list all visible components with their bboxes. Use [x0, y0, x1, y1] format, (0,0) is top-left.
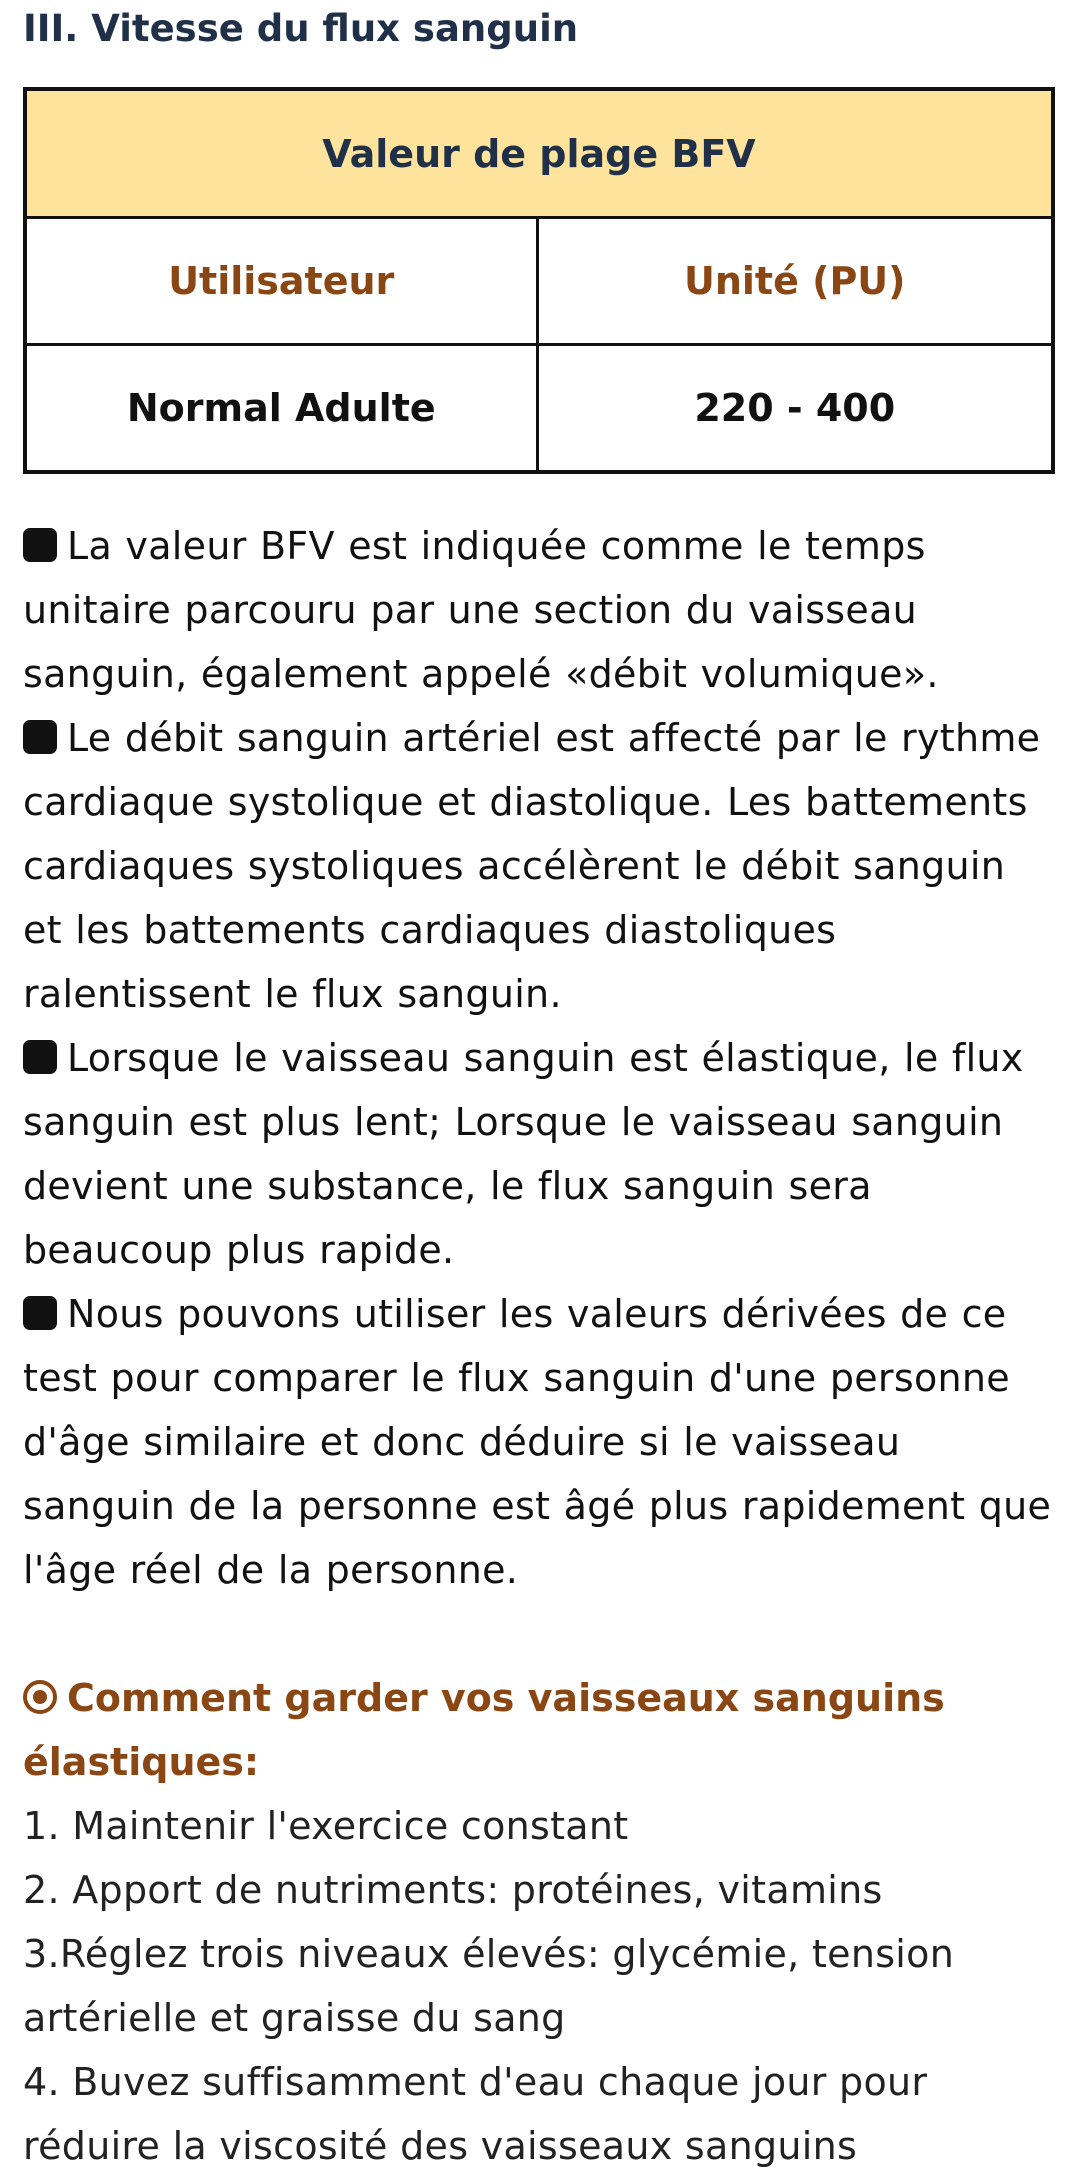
tip-item: 3.Réglez trois niveaux élevés: glycémie,…	[23, 1932, 955, 2040]
tip-item: 1. Maintenir l'exercice constant	[23, 1804, 629, 1848]
bullet-paragraph: Le débit sanguin artériel est affecté pa…	[23, 706, 1057, 1026]
bullet-paragraph: La valeur BFV est indiquée comme le temp…	[23, 514, 1057, 706]
tips-title: Comment garder vos vaisseaux sanguins él…	[23, 1666, 1057, 1794]
table-cell-user: Normal Adulte	[23, 343, 539, 474]
bullet-list: La valeur BFV est indiquée comme le temp…	[23, 514, 1057, 1602]
table-row: Normal Adulte 220 - 400	[23, 343, 1055, 474]
bullet-text: Nous pouvons utiliser les valeurs dérivé…	[23, 1292, 1052, 1592]
bullet-paragraph: Lorsque le vaisseau sanguin est élastiqu…	[23, 1026, 1057, 1282]
column-header-user: Utilisateur	[23, 216, 539, 346]
tips-title-text: Comment garder vos vaisseaux sanguins él…	[23, 1676, 945, 1784]
bfv-range-table: Valeur de plage BFV Utilisateur Unité (P…	[23, 87, 1055, 474]
target-icon	[23, 1680, 57, 1714]
section-title: III. Vitesse du flux sanguin	[23, 7, 579, 50]
black-square-icon	[23, 1040, 57, 1074]
bullet-text: Lorsque le vaisseau sanguin est élastiqu…	[23, 1036, 1024, 1272]
black-square-icon	[23, 720, 57, 754]
bullet-text: Le débit sanguin artériel est affecté pa…	[23, 716, 1041, 1016]
tip-item: 2. Apport de nutriments: protéines, vita…	[23, 1868, 883, 1912]
tips-section: Comment garder vos vaisseaux sanguins él…	[23, 1666, 1057, 2178]
bullet-paragraph: Nous pouvons utiliser les valeurs dérivé…	[23, 1282, 1057, 1602]
column-header-unit: Unité (PU)	[535, 216, 1055, 346]
bullet-text: La valeur BFV est indiquée comme le temp…	[23, 524, 939, 696]
black-square-icon	[23, 1296, 57, 1330]
table-caption-row: Valeur de plage BFV	[23, 87, 1055, 219]
table-header-row: Utilisateur Unité (PU)	[23, 216, 1055, 346]
article-page: III. Vitesse du flux sanguin Valeur de p…	[0, 0, 1080, 2170]
tip-item: 4. Buvez suffisamment d'eau chaque jour …	[23, 2060, 928, 2168]
table-caption: Valeur de plage BFV	[23, 87, 1055, 219]
table-cell-value: 220 - 400	[535, 343, 1055, 474]
black-square-icon	[23, 528, 57, 562]
